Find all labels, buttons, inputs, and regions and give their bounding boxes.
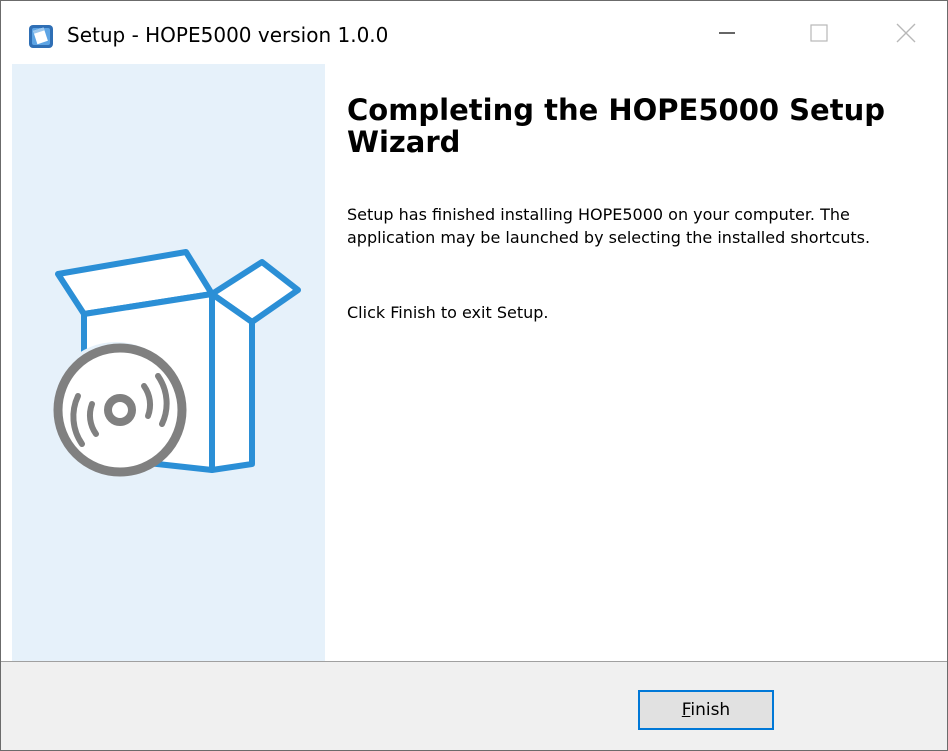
finish-button[interactable]: Finish — [638, 690, 774, 730]
close-icon — [896, 23, 915, 42]
title-bar[interactable]: Setup - HOPE5000 version 1.0.0 — [1, 1, 947, 64]
wizard-footer: Finish — [1, 661, 947, 750]
finish-label-rest: inish — [690, 700, 731, 720]
window-title: Setup - HOPE5000 version 1.0.0 — [67, 23, 389, 47]
setup-window: Setup - HOPE5000 version 1.0.0 Completin… — [0, 0, 948, 751]
close-button[interactable] — [864, 1, 947, 64]
exit-instruction: Click Finish to exit Setup. — [347, 303, 549, 322]
wizard-heading: Completing the HOPE5000 Setup Wizard — [347, 93, 885, 159]
finish-button-label: Finish — [674, 698, 738, 722]
maximize-icon — [810, 23, 828, 42]
minimize-button[interactable] — [681, 1, 773, 64]
wizard-content: Completing the HOPE5000 Setup Wizard Set… — [325, 64, 947, 661]
software-box-disc-icon — [52, 249, 301, 478]
maximize-button[interactable] — [773, 1, 865, 64]
finished-message: Setup has finished installing HOPE5000 o… — [347, 205, 871, 247]
wizard-side-panel — [12, 64, 325, 661]
setup-app-icon — [29, 25, 53, 48]
minimize-icon — [719, 31, 735, 34]
